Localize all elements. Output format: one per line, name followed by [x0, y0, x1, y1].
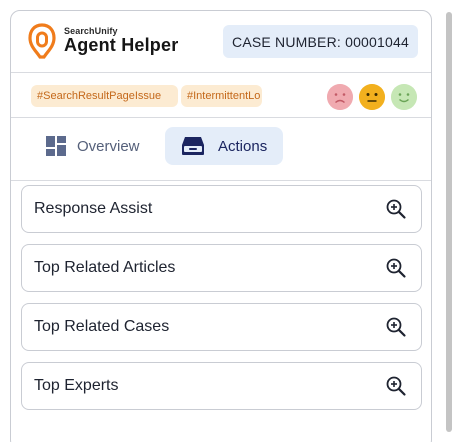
inbox-icon [182, 137, 204, 155]
tab-actions[interactable]: Actions [165, 127, 283, 165]
zoom-in-icon[interactable] [385, 257, 407, 279]
tag-chip[interactable]: #SearchResultPageIssue [31, 85, 178, 107]
searchunify-logo-icon [28, 23, 56, 59]
card-label: Top Related Cases [34, 318, 170, 335]
tabs-row: Overview Actions [11, 119, 431, 181]
neutral-face-icon[interactable] [359, 84, 385, 110]
top-related-cases-card[interactable]: Top Related Cases [21, 303, 422, 351]
card-label: Response Assist [34, 200, 153, 217]
tab-overview-label: Overview [77, 137, 140, 155]
card-label: Top Experts [34, 377, 119, 394]
scrollbar-thumb[interactable] [446, 12, 452, 432]
case-number-badge: CASE NUMBER: 00001044 [223, 25, 418, 58]
zoom-in-icon[interactable] [385, 316, 407, 338]
top-related-articles-card[interactable]: Top Related Articles [21, 244, 422, 292]
card-label: Top Related Articles [34, 259, 176, 276]
header: SearchUnify Agent Helper CASE NUMBER: 00… [11, 11, 431, 73]
agent-helper-panel: SearchUnify Agent Helper CASE NUMBER: 00… [10, 10, 432, 442]
tab-overview[interactable]: Overview [33, 127, 161, 165]
sad-face-icon[interactable] [327, 84, 353, 110]
zoom-in-icon[interactable] [385, 375, 407, 397]
tab-actions-label: Actions [218, 137, 268, 155]
tags-row: #SearchResultPageIssue #IntermittentLo [11, 74, 431, 118]
happy-face-icon[interactable] [391, 84, 417, 110]
tag-chip[interactable]: #IntermittentLo [181, 85, 262, 107]
top-experts-card[interactable]: Top Experts [21, 362, 422, 410]
app-title: Agent Helper [64, 35, 179, 55]
zoom-in-icon[interactable] [385, 198, 407, 220]
grid-icon [46, 136, 66, 156]
response-assist-card[interactable]: Response Assist [21, 185, 422, 233]
